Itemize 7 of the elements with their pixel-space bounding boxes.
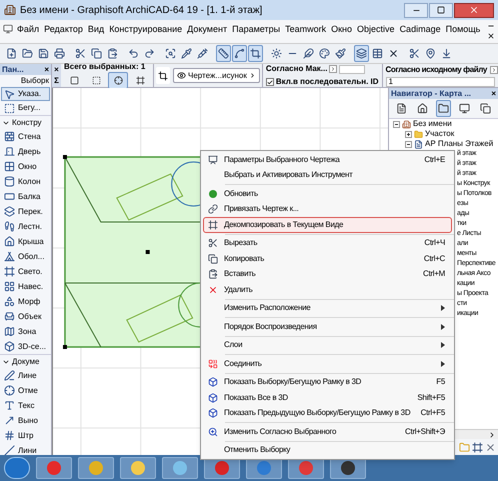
selection-count: Всего выбранных: 1 [64, 62, 146, 72]
scale-label: Согласно Мак... [266, 63, 328, 75]
source-label: Согласно исходному файлу [386, 64, 487, 76]
panel-title: Навигатор - Карта ... [391, 88, 472, 100]
checkbox-label: Вкл.в последовательн. ID [276, 76, 379, 88]
window-title: Без имени - Graphisoft ArchiCAD-64 19 - [1. 1-й этаж] [20, 4, 262, 18]
panel-title: Пан... [2, 64, 24, 76]
